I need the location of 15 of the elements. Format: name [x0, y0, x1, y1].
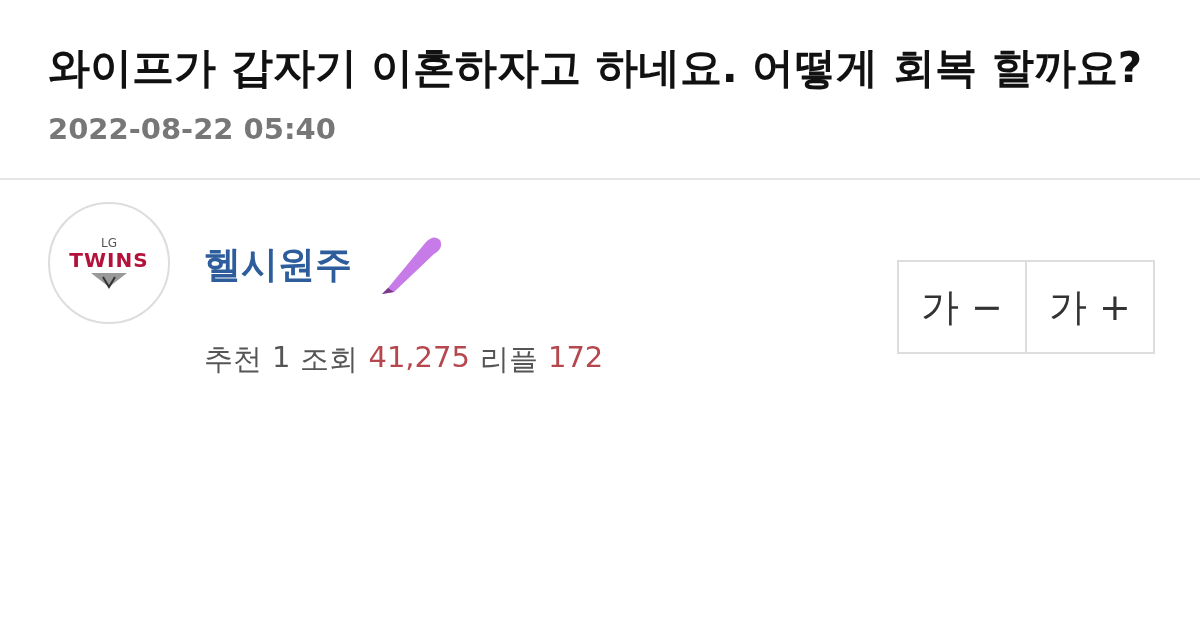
stat-value: 172 — [547, 340, 604, 376]
emblem-icon — [89, 271, 129, 289]
stat-value: 1 — [272, 340, 291, 376]
stat-label: 리플 — [479, 341, 538, 378]
font-size-button[interactable]: 가 − — [897, 260, 1027, 354]
font-size-button[interactable]: 가 + — [1025, 260, 1155, 354]
logo-text: TWINS — [69, 249, 149, 271]
stat-label: 추천 — [204, 341, 262, 378]
stat-value: 41,275 — [368, 340, 470, 376]
avatar[interactable]: LG TWINS — [48, 202, 170, 324]
post-title: 와이프가 갑자기 이혼하자고 하네요. 어떻게 회복 할까요? — [48, 42, 1144, 94]
author-name[interactable]: 헬시원주 — [204, 240, 352, 290]
stat-label: 조회 — [300, 341, 359, 378]
logo-text: LG — [101, 237, 117, 249]
post-date: 2022-08-22 05:40 — [48, 112, 337, 146]
